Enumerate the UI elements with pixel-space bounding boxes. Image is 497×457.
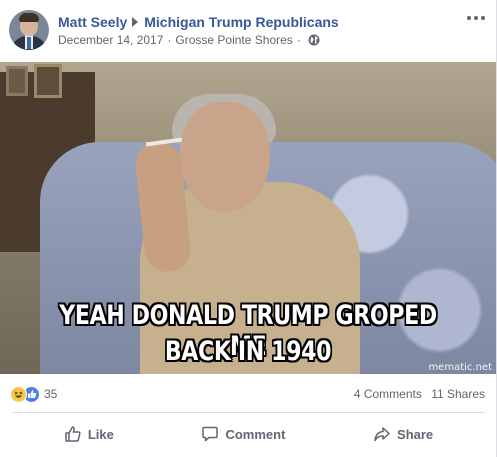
- comment-label: Comment: [225, 426, 286, 442]
- meta-separator: ·: [167, 33, 172, 47]
- comments-count-link[interactable]: 4 Comments: [354, 387, 422, 401]
- author-avatar[interactable]: [9, 10, 49, 50]
- post-image[interactable]: YEAH DONALD TRUMP GROPED ME BACK IN 1940…: [0, 62, 496, 374]
- post-actions: Like Comment Share: [0, 415, 497, 453]
- globe-icon[interactable]: [308, 34, 320, 46]
- like-label: Like: [87, 426, 114, 442]
- group-name-link[interactable]: Michigan Trump Republicans: [144, 14, 338, 30]
- post-header: Matt Seely Michigan Trump Republicans De…: [0, 0, 497, 62]
- reaction-count[interactable]: 35: [44, 387, 57, 401]
- meta-separator: ·: [296, 33, 301, 47]
- post-byline: Matt Seely Michigan Trump Republicans: [58, 13, 339, 31]
- reactions-bar: 35 4 Comments 11 Shares: [0, 374, 497, 412]
- post-location[interactable]: Grosse Pointe Shores: [175, 33, 292, 47]
- more-options-icon[interactable]: [467, 13, 485, 23]
- author-name-link[interactable]: Matt Seely: [58, 14, 127, 30]
- share-arrow-icon: [374, 427, 390, 442]
- post-meta: December 14, 2017 · Grosse Pointe Shores…: [58, 33, 320, 47]
- comment-icon: [202, 426, 219, 442]
- like-button[interactable]: Like: [52, 419, 126, 449]
- post-date[interactable]: December 14, 2017: [58, 33, 163, 47]
- engagement-counts: 4 Comments 11 Shares: [354, 387, 485, 401]
- share-button[interactable]: Share: [361, 419, 445, 449]
- facebook-post: Matt Seely Michigan Trump Republicans De…: [0, 0, 497, 457]
- meme-caption-line2: BACK IN 1940: [164, 336, 332, 367]
- shares-count-link[interactable]: 11 Shares: [431, 387, 485, 401]
- haha-icon: [10, 385, 27, 403]
- thumbs-up-icon: [65, 426, 81, 442]
- shared-to-arrow-icon: [132, 17, 139, 27]
- share-label: Share: [397, 426, 434, 442]
- actions-divider: [12, 412, 485, 413]
- reaction-summary[interactable]: 35: [10, 385, 57, 403]
- comment-button[interactable]: Comment: [189, 419, 297, 449]
- meme-watermark: mematic.net: [428, 362, 492, 373]
